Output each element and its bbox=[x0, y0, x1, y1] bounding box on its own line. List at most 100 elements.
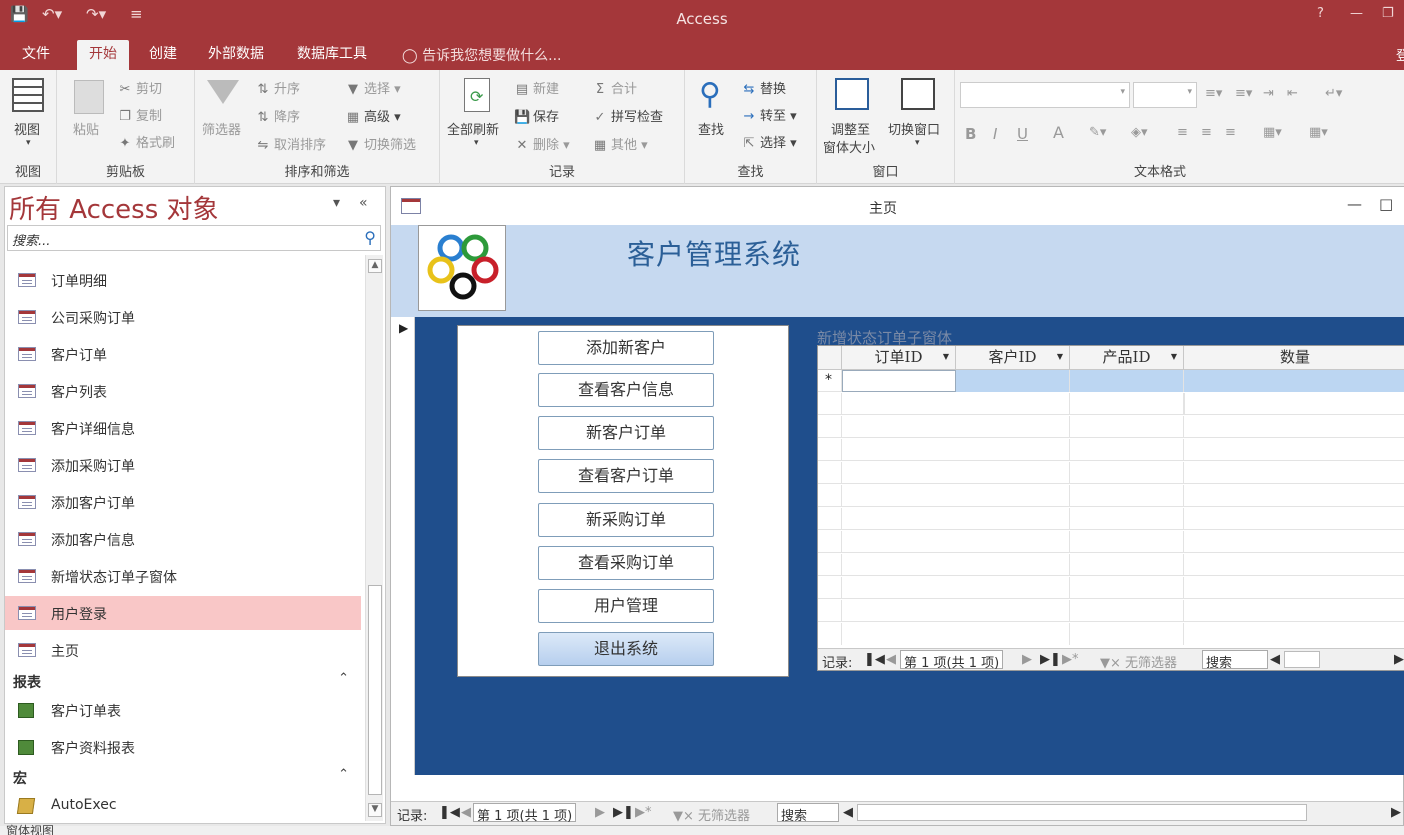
scroll-right-icon[interactable]: ▶ bbox=[1391, 805, 1401, 820]
filter-status[interactable]: ▼× 无筛选器 bbox=[673, 805, 750, 824]
user-management-button[interactable]: 用户管理 bbox=[538, 589, 714, 623]
scroll-up-icon[interactable]: ▲ bbox=[368, 259, 382, 273]
size-to-fit-line2[interactable]: 窗体大小 bbox=[823, 137, 875, 156]
toggle-filter-button[interactable]: ▼ 切换筛选 bbox=[345, 134, 416, 153]
scroll-left-icon[interactable]: ◀ bbox=[843, 805, 853, 820]
font-size-dropdown[interactable]: ▾ bbox=[1133, 82, 1197, 108]
tell-me-box[interactable]: ◯ 告诉我您想要做什么... bbox=[402, 45, 561, 65]
bold-button[interactable]: B bbox=[965, 125, 976, 143]
form-hscroll-thumb[interactable] bbox=[857, 804, 1307, 821]
nav-form-customer-orders[interactable]: 客户订单 bbox=[5, 337, 361, 371]
filter-button[interactable]: 筛选器 bbox=[202, 119, 241, 138]
next-record-icon[interactable]: ▶ bbox=[1022, 652, 1032, 667]
new-record-button[interactable]: ▤ 新建 bbox=[514, 78, 559, 97]
select-button[interactable]: ⇱ 选择 ▾ bbox=[741, 132, 797, 151]
cut-button[interactable]: ✂ 剪切 bbox=[117, 78, 162, 97]
column-customer-id[interactable]: 客户ID ▼ bbox=[956, 346, 1070, 370]
subform-filter-status[interactable]: ▼× 无筛选器 bbox=[1100, 652, 1177, 671]
bullets-icon[interactable]: ≡▾ bbox=[1205, 86, 1222, 101]
replace-button[interactable]: ⇆ 替换 bbox=[741, 78, 786, 97]
nav-form-company-purchase-orders[interactable]: 公司采购订单 bbox=[5, 300, 361, 334]
last-record-icon[interactable]: ▶❚ bbox=[613, 805, 634, 820]
highlight-icon[interactable]: ✎▾ bbox=[1089, 125, 1106, 140]
record-search-box[interactable]: 搜索 bbox=[777, 803, 839, 824]
nav-scrollbar[interactable]: ▲ ▼ bbox=[365, 255, 383, 821]
column-quantity[interactable]: 数量 bbox=[1184, 346, 1404, 370]
scroll-down-icon[interactable]: ▼ bbox=[368, 803, 382, 817]
selection-filter-button[interactable]: ▼ 选择 ▾ bbox=[345, 78, 401, 97]
switch-windows-button[interactable]: 切换窗口 bbox=[888, 119, 940, 138]
numbering-icon[interactable]: ≡▾ bbox=[1235, 86, 1252, 101]
subform-record-position[interactable]: 第 1 项(共 1 项) bbox=[900, 650, 1004, 671]
underline-button[interactable]: U bbox=[1017, 125, 1028, 143]
first-record-icon[interactable]: ❚◀ bbox=[439, 805, 460, 820]
nav-section-macros[interactable]: 宏 ⌃ bbox=[5, 764, 361, 790]
tab-home[interactable]: 开始 bbox=[77, 40, 129, 70]
more-button[interactable]: ▦ 其他 ▾ bbox=[592, 134, 648, 153]
view-dropdown-icon[interactable]: ▾ bbox=[26, 138, 31, 148]
subform-search-box[interactable]: 搜索 bbox=[1202, 650, 1268, 671]
alt-row-color-icon[interactable]: ▦▾ bbox=[1263, 125, 1282, 140]
scroll-right-icon[interactable]: ▶ bbox=[1394, 652, 1404, 667]
font-name-dropdown[interactable]: ▾ bbox=[960, 82, 1130, 108]
goto-button[interactable]: → 转至 ▾ bbox=[741, 105, 797, 124]
record-selector[interactable]: ▶ bbox=[391, 317, 415, 775]
font-color-button[interactable]: A bbox=[1053, 123, 1064, 142]
tab-database-tools[interactable]: 数据库工具 bbox=[285, 40, 379, 70]
sign-in-link[interactable]: 登 bbox=[1396, 45, 1404, 64]
delete-record-button[interactable]: ✕ 删除 ▾ bbox=[514, 134, 570, 153]
view-customer-orders-button[interactable]: 查看客户订单 bbox=[538, 459, 714, 493]
nav-form-customer-list[interactable]: 客户列表 bbox=[5, 374, 361, 408]
align-right-icon[interactable]: ≡ bbox=[1225, 125, 1236, 140]
nav-form-user-login[interactable]: 用户登录 bbox=[5, 596, 361, 630]
quantity-cell[interactable] bbox=[1184, 370, 1404, 392]
exit-system-button[interactable]: 退出系统 bbox=[538, 632, 714, 666]
gridlines-icon[interactable]: ▦▾ bbox=[1309, 125, 1328, 140]
new-customer-order-button[interactable]: 新客户订单 bbox=[538, 416, 714, 450]
form-maximize-button[interactable]: □ bbox=[1379, 195, 1393, 213]
format-painter-button[interactable]: ✦ 格式刷 bbox=[117, 132, 175, 151]
nav-pane-title[interactable]: 所有 Access 对象 bbox=[9, 189, 219, 226]
nav-form-add-customer-info[interactable]: 添加客户信息 bbox=[5, 522, 361, 556]
record-position[interactable]: 第 1 项(共 1 项) bbox=[473, 803, 577, 824]
clear-sort-button[interactable]: ⇋ 取消排序 bbox=[255, 134, 326, 153]
nav-search-box[interactable]: 搜索... ⚲ bbox=[7, 225, 381, 251]
new-purchase-order-button[interactable]: 新采购订单 bbox=[538, 503, 714, 537]
customer-id-cell[interactable] bbox=[956, 370, 1070, 392]
column-dropdown-icon[interactable]: ▼ bbox=[1057, 346, 1063, 368]
prev-record-icon[interactable]: ◀ bbox=[886, 652, 896, 667]
new-blank-record-icon[interactable]: ▶* bbox=[1062, 652, 1079, 667]
order-id-cell[interactable] bbox=[842, 370, 956, 392]
tab-external-data[interactable]: 外部数据 bbox=[196, 40, 276, 70]
new-blank-record-icon[interactable]: ▶* bbox=[635, 805, 652, 820]
nav-form-add-customer-order[interactable]: 添加客户订单 bbox=[5, 485, 361, 519]
fill-color-icon[interactable]: ◈▾ bbox=[1131, 125, 1148, 140]
new-record-row[interactable]: * bbox=[818, 370, 1404, 392]
restore-button[interactable]: ❐ bbox=[1382, 6, 1394, 21]
switch-windows-dropdown-icon[interactable]: ▾ bbox=[915, 138, 920, 148]
paragraph-direction-icon[interactable]: ↵▾ bbox=[1325, 86, 1342, 101]
column-dropdown-icon[interactable]: ▼ bbox=[1171, 346, 1177, 368]
save-record-button[interactable]: 💾 保存 bbox=[514, 106, 559, 125]
refresh-dropdown-icon[interactable]: ▾ bbox=[474, 138, 479, 148]
copy-button[interactable]: ❐ 复制 bbox=[117, 105, 162, 124]
nav-options-icon[interactable]: ▾ bbox=[333, 195, 340, 211]
tab-file[interactable]: 文件 bbox=[10, 40, 62, 70]
indent-decrease-icon[interactable]: ⇤ bbox=[1287, 86, 1298, 101]
nav-form-add-purchase-order[interactable]: 添加采购订单 bbox=[5, 448, 361, 482]
align-center-icon[interactable]: ≡ bbox=[1201, 125, 1212, 140]
column-order-id[interactable]: 订单ID ▼ bbox=[842, 346, 956, 370]
size-to-fit-line1[interactable]: 调整至 bbox=[831, 119, 870, 138]
nav-form-order-details[interactable]: 订单明细 bbox=[5, 263, 361, 297]
nav-macro-autoexec[interactable]: AutoExec bbox=[5, 789, 361, 823]
prev-record-icon[interactable]: ◀ bbox=[461, 805, 471, 820]
minimize-button[interactable]: — bbox=[1350, 6, 1363, 21]
column-product-id[interactable]: 产品ID ▼ bbox=[1070, 346, 1184, 370]
subform-hscroll-thumb[interactable] bbox=[1284, 651, 1320, 668]
align-left-icon[interactable]: ≡ bbox=[1177, 125, 1188, 140]
advanced-filter-button[interactable]: ▦ 高级 ▾ bbox=[345, 106, 401, 125]
find-button[interactable]: 查找 bbox=[698, 119, 724, 138]
nav-section-reports[interactable]: 报表 ⌃ bbox=[5, 668, 361, 694]
nav-scroll-thumb[interactable] bbox=[368, 585, 382, 795]
spelling-button[interactable]: ✓ 拼写检查 bbox=[592, 106, 663, 125]
